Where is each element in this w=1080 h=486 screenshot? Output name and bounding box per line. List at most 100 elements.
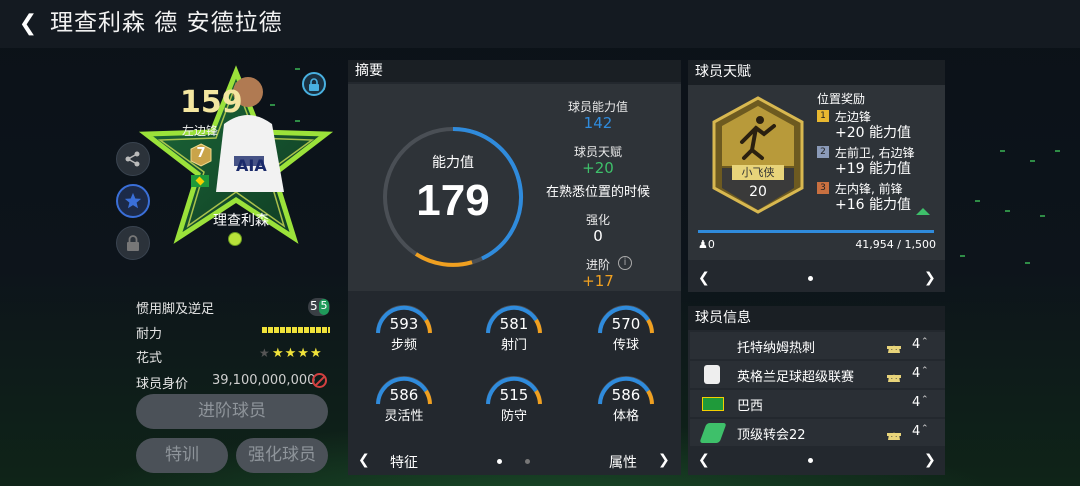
favorite-button[interactable] — [116, 184, 150, 218]
attribute-gauge-arc — [486, 376, 542, 405]
attribute-gauge-arc — [598, 305, 654, 334]
talent-progress-left: ♟0 — [698, 238, 715, 251]
attribute-value: 586 — [389, 386, 419, 404]
skills-stars: ★★★★ — [272, 346, 323, 361]
level-up-icon: ⌃ — [921, 366, 929, 376]
pawn-icon: ♟ — [698, 238, 708, 251]
info-row[interactable]: 托特纳姆热刺 4 ⌃ — [690, 332, 945, 359]
chemistry-crown-icon — [887, 339, 901, 353]
transfer-leaf-icon — [699, 423, 727, 443]
nation-flag-icon — [191, 175, 209, 187]
attribute-value: 593 — [389, 315, 419, 333]
info-row-count: 4 — [912, 395, 921, 410]
info-row-count: 4 — [912, 366, 921, 381]
talent-title: 球员天赋 — [688, 60, 945, 85]
weak-foot-value: 5 — [319, 299, 329, 315]
info-row-count: 4 — [912, 424, 921, 439]
info-row-count: 4 — [912, 337, 921, 352]
progress-left-value: 0 — [707, 238, 715, 251]
upgrade-player-button[interactable]: 进阶球员 — [136, 394, 328, 429]
tennis-ball-icon — [228, 232, 242, 246]
page-dot — [525, 459, 530, 464]
ovr-label: 能力值 — [432, 155, 474, 171]
rank-value: 7 — [196, 146, 206, 161]
talent-progress-right: 41,954 / 1,500 — [855, 238, 936, 251]
star-icon — [124, 192, 142, 209]
talent-progress-bar — [698, 230, 934, 233]
info-row[interactable]: 英格兰足球超级联赛 4 ⌃ — [690, 361, 945, 388]
attribute-label: 步频 — [390, 338, 417, 353]
foot-value: 5 — [310, 299, 318, 313]
attributes-tab[interactable]: 属性 — [609, 452, 637, 472]
stamina-bar — [262, 327, 330, 333]
summary-prev-arrow-icon[interactable]: ❮ — [358, 452, 370, 468]
boost-value: 0 — [593, 227, 603, 245]
player-rating: 159 — [180, 85, 243, 120]
summary-title: 摘要 — [348, 60, 681, 82]
bonus-rank-badge: 2 — [817, 146, 829, 158]
share-icon — [125, 151, 140, 167]
talent-next-arrow-icon[interactable]: ❯ — [924, 270, 936, 286]
special-training-button[interactable]: 特训 — [136, 438, 228, 473]
boost-label: 强化 — [585, 213, 610, 227]
attribute-value: 515 — [499, 386, 529, 404]
skills-empty-star: ★ — [259, 346, 270, 360]
stamina-label: 耐力 — [136, 327, 163, 342]
info-page-dot — [808, 458, 813, 463]
traits-tab[interactable]: 特征 — [390, 452, 418, 472]
bonus-value: +16 能力值 — [835, 197, 911, 213]
talent-note: 在熟悉位置的时候 — [545, 185, 650, 200]
foot-label: 惯用脚及逆足 — [136, 302, 215, 317]
chemistry-crown-icon — [887, 368, 901, 382]
info-title: 球员信息 — [688, 306, 945, 330]
attribute-label: 传球 — [612, 338, 639, 353]
club-crest-text: AIA — [236, 156, 267, 175]
attribute-label: 体格 — [612, 409, 639, 424]
level-up-icon: ⌃ — [921, 337, 929, 347]
lock-button[interactable] — [116, 226, 150, 260]
summary-next-arrow-icon[interactable]: ❯ — [658, 452, 670, 468]
attribute-label: 防守 — [500, 409, 527, 424]
value-amount: 39,100,000,000 — [212, 373, 316, 388]
advance-label: 进阶 — [585, 258, 610, 272]
attribute-gauge-arc — [376, 305, 432, 334]
advance-value: +17 — [582, 272, 614, 290]
attribute-value: 581 — [499, 315, 529, 333]
no-sale-icon — [312, 373, 327, 388]
info-icon[interactable]: i — [618, 256, 632, 270]
info-row-text: 托特纳姆热刺 — [737, 341, 816, 356]
value-label: 球员身价 — [136, 377, 189, 392]
info-next-arrow-icon[interactable]: ❯ — [924, 452, 936, 468]
base-label: 球员能力值 — [567, 100, 628, 114]
talent-page-dot — [808, 276, 813, 281]
back-arrow-icon[interactable]: ❮ — [14, 10, 42, 38]
league-crest-icon — [704, 365, 720, 384]
talent-prev-arrow-icon[interactable]: ❮ — [698, 270, 710, 286]
chemistry-crown-icon — [887, 426, 901, 440]
bonus-rank-badge: 3 — [817, 182, 829, 194]
lock-icon[interactable] — [302, 72, 326, 96]
page-dot-active — [497, 459, 502, 464]
info-row-text: 英格兰足球超级联赛 — [737, 370, 855, 385]
talent-value: +20 — [582, 159, 614, 177]
info-row-text: 顶级转会22 — [737, 428, 806, 443]
position-bonus-title: 位置奖励 — [817, 92, 866, 106]
card-player-name: 理查利森 — [213, 213, 269, 229]
level-up-icon: ⌃ — [921, 395, 929, 405]
share-button[interactable] — [116, 142, 150, 176]
attribute-gauge-arc — [376, 376, 432, 405]
bonus-value: +19 能力值 — [835, 161, 911, 177]
attribute-label: 射门 — [500, 338, 527, 353]
padlock-icon — [127, 235, 139, 251]
brazil-flag-icon — [702, 397, 724, 411]
info-prev-arrow-icon[interactable]: ❮ — [698, 452, 710, 468]
attribute-value: 570 — [611, 315, 641, 333]
bonus-value: +20 能力值 — [835, 125, 911, 141]
bonus-rank-badge: 1 — [817, 110, 829, 122]
enhance-player-button[interactable]: 强化球员 — [236, 438, 328, 473]
info-row[interactable]: 顶级转会22 4 ⌃ — [690, 419, 945, 446]
upgrade-arrow-icon — [916, 208, 930, 215]
attribute-gauge-arc — [486, 305, 542, 334]
talent-label: 球员天赋 — [573, 145, 622, 159]
info-row[interactable]: 巴西 4 ⌃ — [690, 390, 945, 417]
